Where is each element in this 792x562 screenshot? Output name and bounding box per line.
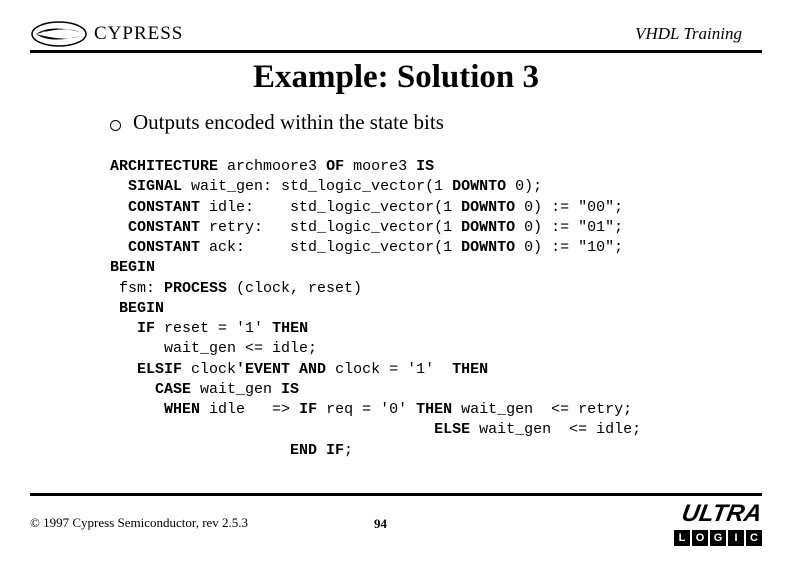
- cypress-logo-icon: [30, 20, 88, 48]
- page-number: 94: [374, 516, 387, 532]
- header: CYPRESS VHDL Training: [30, 20, 762, 48]
- bullet-icon: [110, 120, 121, 131]
- footer: © 1997 Cypress Semiconductor, rev 2.5.3 …: [30, 493, 762, 546]
- footer-rule: [30, 493, 762, 496]
- header-rule: [30, 50, 762, 53]
- logic-sq-c: C: [746, 530, 762, 546]
- code-block: ARCHITECTURE archmoore3 OF moore3 IS SIG…: [110, 157, 762, 461]
- logic-sq-i: I: [728, 530, 744, 546]
- ultra-text: ULTRA: [680, 500, 764, 528]
- logic-sq-o: O: [692, 530, 708, 546]
- bullet-text: Outputs encoded within the state bits: [133, 110, 444, 135]
- bullet-row: Outputs encoded within the state bits: [110, 110, 762, 135]
- slide-title: Example: Solution 3: [30, 59, 762, 96]
- copyright-text: © 1997 Cypress Semiconductor, rev 2.5.3: [30, 515, 248, 531]
- logic-sq-g: G: [710, 530, 726, 546]
- header-training-label: VHDL Training: [635, 24, 742, 44]
- company-name: CYPRESS: [94, 23, 183, 45]
- logic-sq-l: L: [674, 530, 690, 546]
- ultra-logic-logo: ULTRA L O G I C: [674, 500, 762, 546]
- logic-squares: L O G I C: [674, 530, 762, 546]
- company-logo: CYPRESS: [30, 20, 183, 48]
